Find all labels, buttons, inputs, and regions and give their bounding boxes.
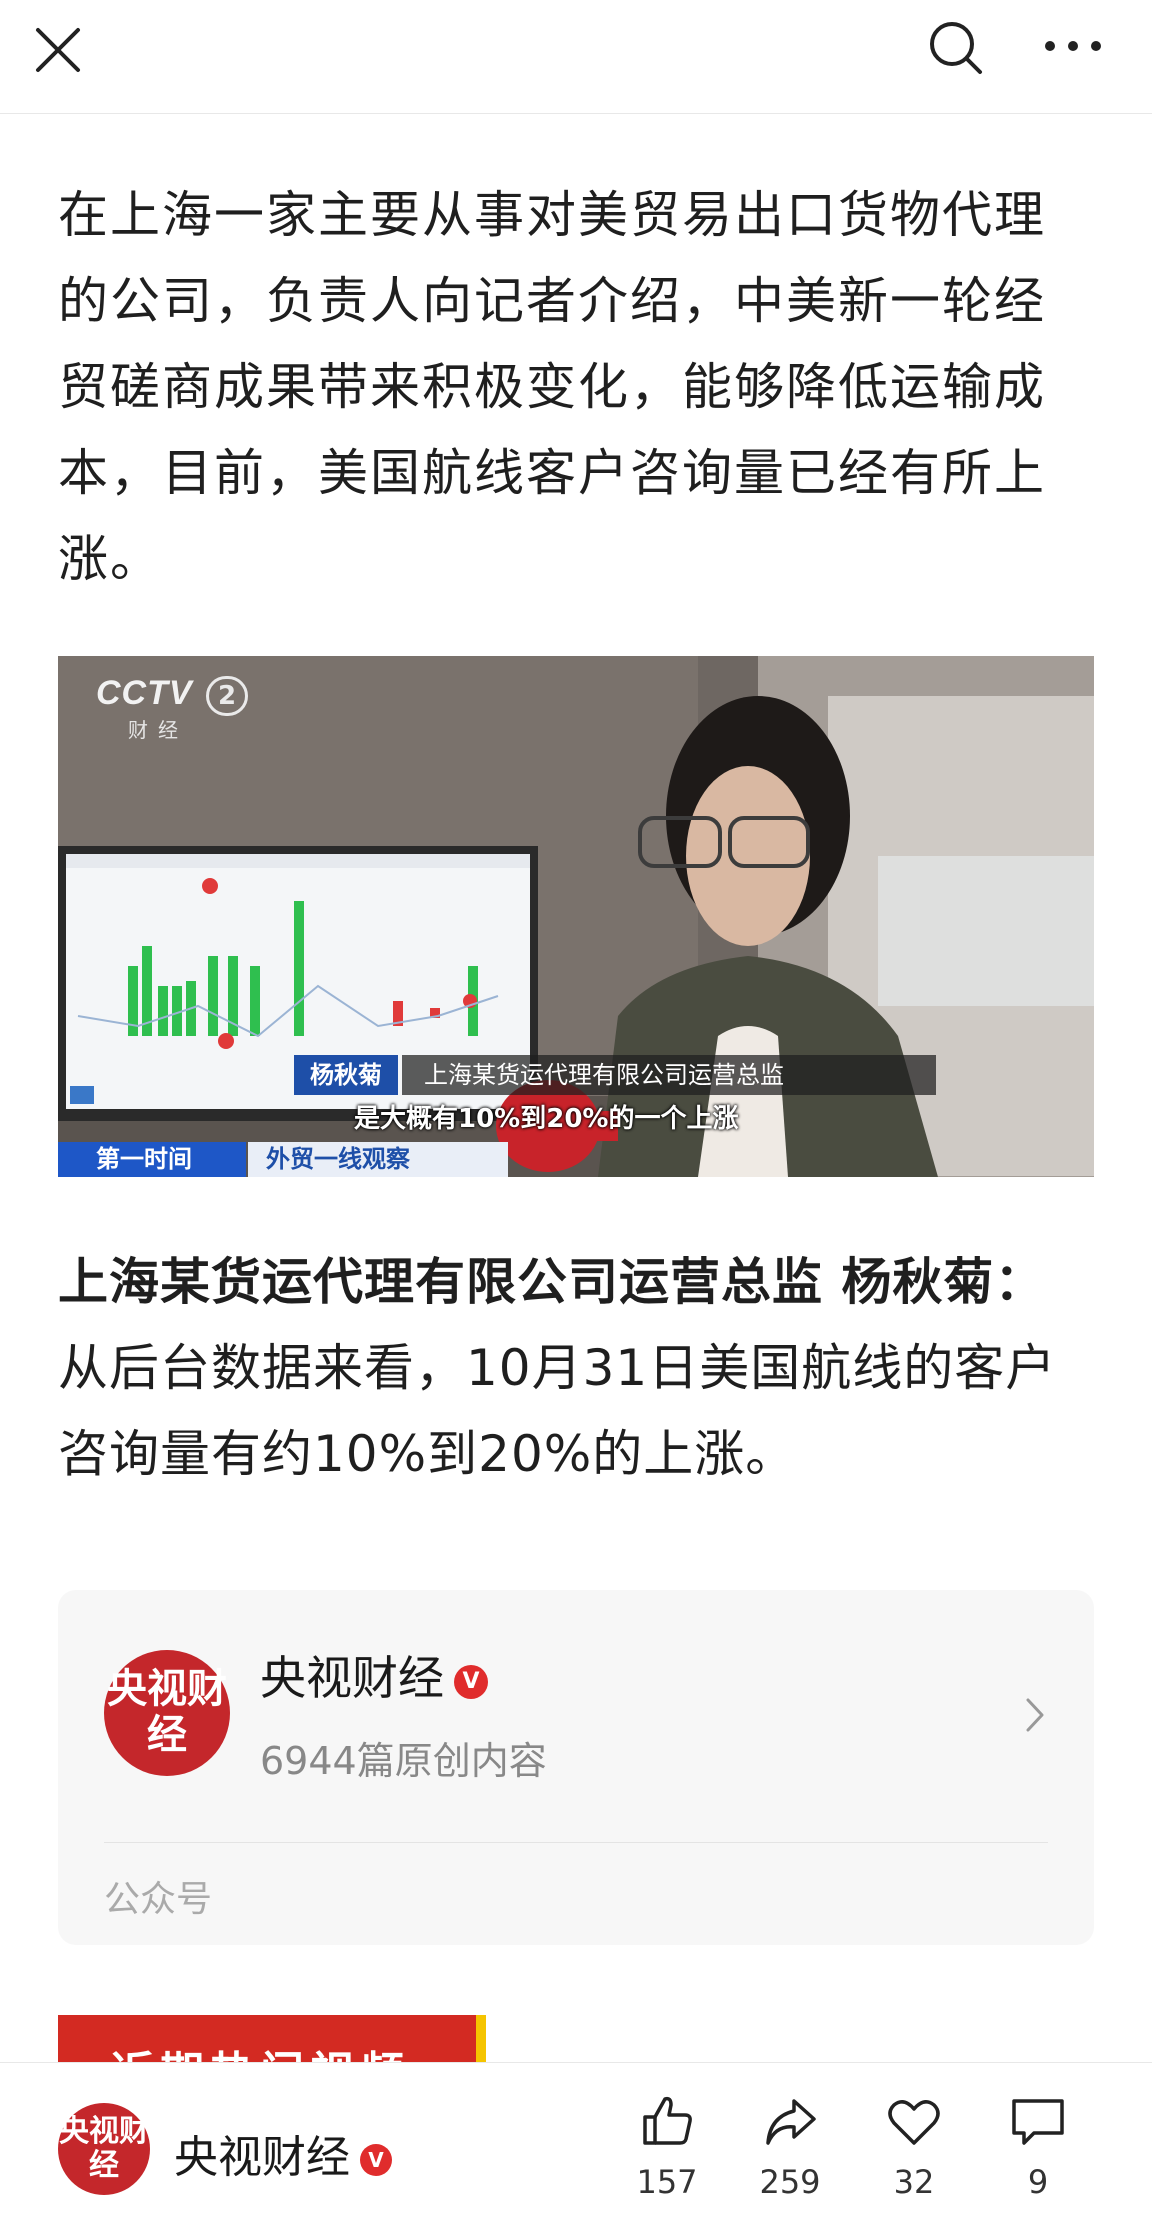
more-icon[interactable]	[1040, 26, 1106, 66]
channel-number: 2	[206, 676, 248, 716]
comment-count: 9	[1027, 2163, 1049, 2201]
account-name: 央视财经 V	[260, 1642, 488, 1708]
search-icon[interactable]	[924, 16, 990, 82]
card-divider	[104, 1842, 1048, 1843]
column-tag: 外贸一线观察	[248, 1142, 508, 1177]
article-quote: 上海某货运代理有限公司运营总监 杨秋菊： 从后台数据来看，10月31日美国航线的客…	[58, 1239, 1094, 1497]
favorite-count: 32	[893, 2163, 935, 2201]
like-button[interactable]: 157	[617, 2091, 717, 2201]
bottom-bar: 央视财经 央视财经 V 157 259 32 9	[0, 2062, 1152, 2233]
article-paragraph: 在上海一家主要从事对美贸易出口货物代理的公司，负责人向记者介绍，中美新一轮经贸磋…	[58, 186, 1046, 588]
comment-icon	[1012, 2099, 1064, 2145]
original-content-count: 6944篇原创内容	[260, 1739, 547, 1783]
program-tag: 第一时间	[58, 1142, 246, 1177]
account-avatar: 央视财经	[104, 1650, 230, 1776]
share-icon	[766, 2099, 816, 2145]
account-card[interactable]: 央视财经 央视财经 V 6944篇原创内容 公众号	[58, 1590, 1094, 1945]
banner-text: 近期热门视频	[110, 2037, 410, 2065]
video-subtitle: 是大概有10%到20%的一个上涨	[354, 1104, 739, 1134]
hot-videos-banner: 近期热门视频	[58, 2015, 486, 2065]
quote-text: 从后台数据来看，10月31日美国航线的客户咨询量有约10%到20%的上涨。	[58, 1339, 1057, 1483]
author-name[interactable]: 央视财经 V	[174, 2121, 392, 2185]
video-frame[interactable]: CCTV 2 财经 杨秋菊 上海某货运代理有限公司运营总监 是大概有10%到20…	[58, 656, 1094, 1177]
quote-speaker: 上海某货运代理有限公司运营总监 杨秋菊：	[58, 1253, 1046, 1311]
chevron-right-icon	[1026, 1698, 1044, 1732]
cctv-logo: CCTV	[96, 674, 193, 712]
account-type-label: 公众号	[104, 1879, 213, 1920]
speaker-title-tag: 上海某货运代理有限公司运营总监	[402, 1055, 936, 1095]
top-bar	[0, 0, 1152, 114]
author-avatar[interactable]: 央视财经	[58, 2103, 150, 2195]
close-icon[interactable]	[30, 22, 86, 78]
heart-icon	[888, 2100, 940, 2145]
like-count: 157	[636, 2163, 698, 2201]
channel-subtitle: 财经	[128, 718, 188, 742]
favorite-button[interactable]: 32	[864, 2091, 964, 2201]
comment-button[interactable]: 9	[988, 2091, 1088, 2201]
article-content: 在上海一家主要从事对美贸易出口货物代理的公司，负责人向记者介绍，中美新一轮经贸磋…	[58, 114, 1094, 1497]
share-button[interactable]: 259	[740, 2091, 840, 2201]
share-count: 259	[759, 2163, 821, 2201]
verified-badge-icon: V	[454, 1664, 488, 1699]
verified-badge-icon: V	[360, 2144, 392, 2176]
thumbs-up-icon	[643, 2096, 692, 2145]
speaker-name-tag: 杨秋菊	[294, 1055, 398, 1095]
